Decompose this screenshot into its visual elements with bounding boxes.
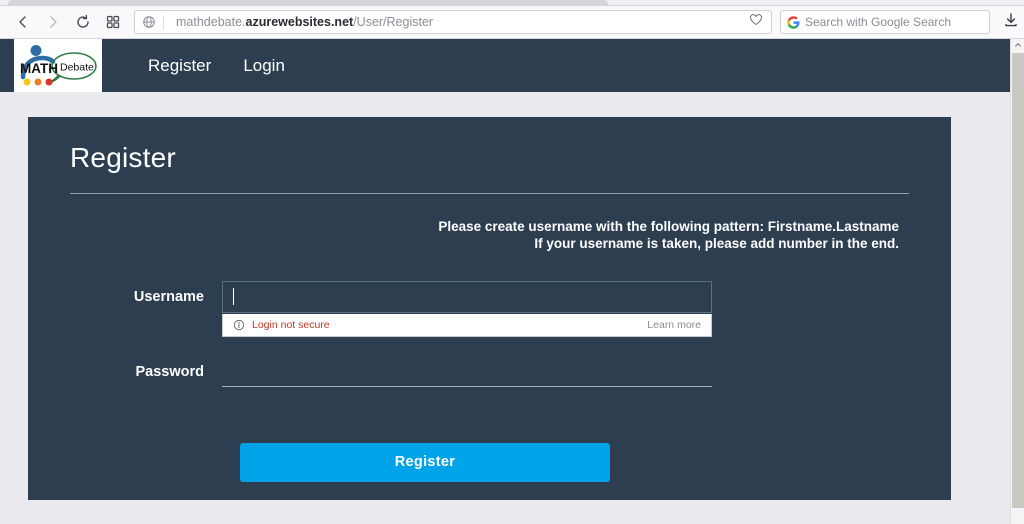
nav-link-login[interactable]: Login bbox=[227, 50, 301, 82]
downloads-button[interactable] bbox=[994, 8, 1024, 36]
password-input[interactable] bbox=[222, 356, 712, 387]
username-field-wrap: Login not secure Learn more bbox=[222, 280, 712, 337]
svg-text:MATH: MATH bbox=[20, 61, 58, 76]
google-g-icon bbox=[781, 15, 805, 29]
navbar-links: Register Login bbox=[132, 50, 301, 82]
chevron-right-icon bbox=[45, 14, 61, 30]
password-row: Password bbox=[70, 356, 909, 387]
nav-link-register[interactable]: Register bbox=[132, 50, 227, 82]
insecure-login-warning: Login not secure Learn more bbox=[222, 313, 712, 337]
scroll-up-button[interactable] bbox=[1011, 39, 1024, 53]
apps-button[interactable] bbox=[98, 8, 128, 36]
search-input[interactable]: Search with Google Search bbox=[805, 15, 951, 29]
grid-apps-icon bbox=[105, 14, 121, 30]
browser-window: mathdebate.azurewebsites.net/User/Regist… bbox=[0, 0, 1024, 524]
learn-more-link[interactable]: Learn more bbox=[647, 319, 701, 331]
site-navbar: MATH Debate Register Login bbox=[0, 39, 1010, 92]
browser-toolbar: mathdebate.azurewebsites.net/User/Regist… bbox=[0, 6, 1024, 39]
forward-button[interactable] bbox=[38, 8, 68, 36]
password-label: Password bbox=[135, 363, 205, 380]
brand-logo[interactable]: MATH Debate bbox=[14, 39, 102, 92]
submit-spacer bbox=[70, 443, 240, 482]
back-button[interactable] bbox=[8, 8, 38, 36]
instructions-text: Please create username with the followin… bbox=[70, 218, 909, 253]
page-viewport: MATH Debate Register Login Register Plea… bbox=[0, 39, 1024, 524]
chevron-left-icon bbox=[15, 14, 31, 30]
url-host: azurewebsites.net bbox=[245, 15, 354, 29]
info-circle-icon bbox=[233, 319, 245, 331]
text-caret bbox=[233, 287, 234, 305]
instructions-line-1: Please create username with the followin… bbox=[438, 219, 899, 234]
register-form: Username Login not secure Learn more Pas… bbox=[70, 280, 909, 482]
page-title: Register bbox=[70, 142, 176, 173]
username-label: Username bbox=[133, 288, 204, 305]
svg-text:Debate: Debate bbox=[60, 61, 94, 73]
url-prefix: mathdebate. bbox=[176, 15, 246, 29]
chevron-up-icon bbox=[1014, 41, 1022, 51]
address-bar[interactable]: mathdebate.azurewebsites.net/User/Regist… bbox=[134, 10, 772, 34]
reload-icon bbox=[75, 14, 91, 30]
url-path: /User/Register bbox=[353, 15, 434, 29]
search-bar[interactable]: Search with Google Search bbox=[780, 10, 990, 34]
url-text: mathdebate.azurewebsites.net/User/Regist… bbox=[164, 15, 741, 29]
bookmark-button[interactable] bbox=[741, 13, 771, 32]
title-divider bbox=[70, 193, 909, 194]
register-card: Register Please create username with the… bbox=[28, 117, 951, 500]
register-submit-button[interactable]: Register bbox=[240, 442, 610, 482]
heart-outline-icon bbox=[749, 13, 763, 32]
math-debate-logo-icon: MATH Debate bbox=[16, 42, 100, 90]
instructions-line-2: If your username is taken, please add nu… bbox=[534, 236, 899, 252]
reload-button[interactable] bbox=[68, 8, 98, 36]
username-input[interactable] bbox=[222, 280, 712, 313]
page-scrollbar[interactable] bbox=[1010, 39, 1024, 524]
download-icon bbox=[1003, 12, 1019, 33]
submit-row: Register bbox=[70, 442, 909, 482]
scroll-thumb[interactable] bbox=[1012, 53, 1024, 508]
password-field-wrap bbox=[222, 356, 712, 387]
globe-icon bbox=[135, 15, 163, 29]
insecure-warning-text: Login not secure bbox=[252, 318, 330, 331]
username-row: Username Login not secure Learn more bbox=[70, 280, 909, 337]
